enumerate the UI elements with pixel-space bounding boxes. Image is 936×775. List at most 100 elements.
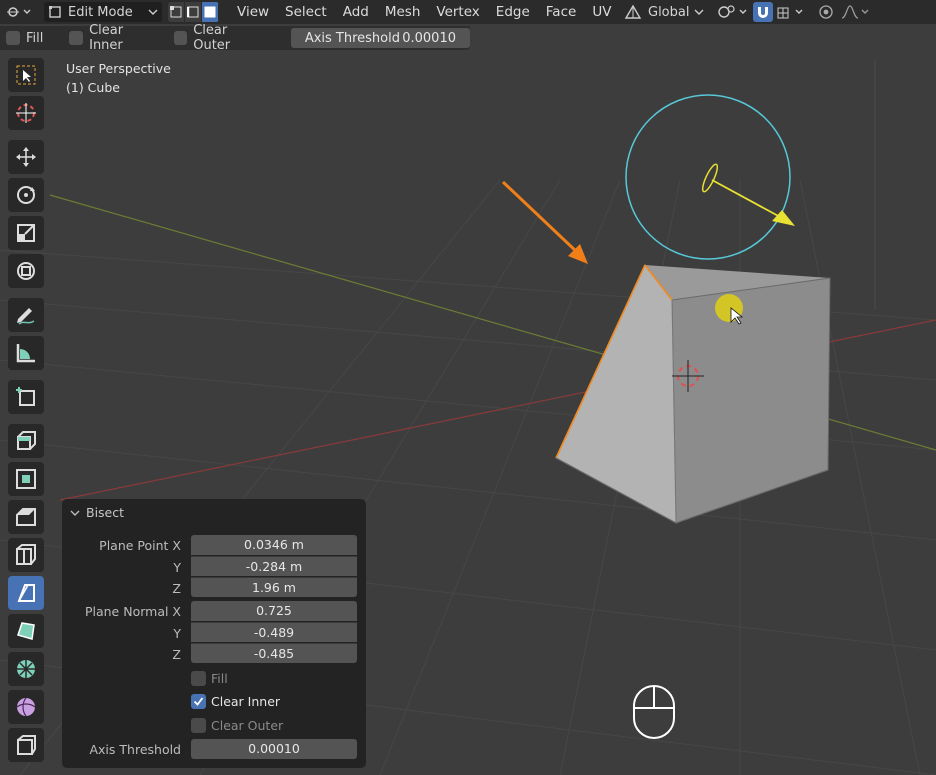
toolbar-fill-checkbox[interactable]: Fill [0, 31, 51, 46]
bisect-icon [17, 584, 35, 602]
plane-normal-x-field[interactable]: 0.725 [191, 601, 357, 621]
tool-rotate[interactable] [8, 178, 44, 212]
edge-select-icon [187, 6, 199, 18]
menu-mesh[interactable]: Mesh [377, 2, 429, 22]
plane-point-z-field[interactable]: 1.96 m [191, 577, 357, 597]
menu-add[interactable]: Add [335, 2, 377, 22]
viewport-perspective-label: User Perspective [66, 61, 171, 76]
tool-bevel[interactable] [8, 500, 44, 534]
checkbox-box [191, 718, 206, 733]
snap-target-dropdown[interactable] [776, 2, 808, 22]
plane-normal-y-field[interactable]: -0.489 [191, 622, 357, 642]
menu-view[interactable]: View [229, 2, 277, 22]
tool-poly-build[interactable] [8, 614, 44, 648]
tool-extrude[interactable] [8, 424, 44, 458]
proportional-edit-toggle[interactable] [816, 2, 836, 22]
extrude-icon [17, 431, 36, 450]
edit-mode-icon [49, 6, 61, 18]
toolbar-clear-inner-checkbox[interactable]: Clear Inner [51, 23, 167, 53]
vertex-select-icon [170, 6, 182, 18]
toolbar-clear-outer-checkbox[interactable]: Clear Outer [168, 23, 275, 53]
bisect-fill-checkbox[interactable]: Fill [191, 671, 228, 686]
smooth-icon [16, 697, 36, 717]
move-icon [16, 147, 36, 167]
magnet-icon [758, 7, 768, 18]
menu-edge[interactable]: Edge [488, 2, 538, 22]
tool-transform[interactable] [8, 254, 44, 288]
bisect-panel-header[interactable]: Bisect [70, 505, 124, 520]
snap-grid-icon [777, 7, 803, 19]
face-select-button[interactable] [202, 2, 219, 22]
add-cube-icon [16, 387, 35, 406]
plane-normal-z-label: Z [172, 647, 181, 662]
tool-bisect[interactable] [8, 576, 44, 610]
tool-spin[interactable] [8, 652, 44, 686]
menu-uv[interactable]: UV [584, 2, 619, 22]
pivot-icon [718, 5, 747, 18]
pencil-icon [17, 308, 35, 325]
annotation-arrow-top [501, 180, 588, 264]
toolbar-axis-threshold-field[interactable]: Axis Threshold 0.00010 [290, 28, 470, 48]
face-select-icon [204, 6, 216, 18]
editor-type-icon [7, 7, 31, 17]
checkmark-icon [193, 697, 204, 706]
bisect-clear-inner-checkbox[interactable]: Clear Inner [191, 694, 280, 709]
tool-select-box[interactable] [8, 58, 44, 92]
snap-toggle[interactable] [753, 2, 773, 22]
chevron-down-icon [70, 510, 80, 516]
poly-build-icon [17, 622, 35, 640]
axis-threshold-field[interactable]: 0.00010 [191, 739, 357, 759]
tool-edge-slide[interactable] [8, 728, 44, 762]
loop-cut-icon [16, 544, 36, 565]
select-box-icon [16, 65, 36, 85]
tool-measure[interactable] [8, 336, 44, 370]
toolbar-fill-label: Fill [26, 30, 44, 46]
viewport-object-label: (1) Cube [66, 80, 120, 95]
plane-point-y-field[interactable]: -0.284 m [191, 556, 357, 576]
pivot-point-dropdown[interactable] [716, 2, 750, 22]
toolbar-axis-threshold-value: 0.00010 [402, 30, 456, 46]
plane-normal-z-field[interactable]: -0.485 [191, 643, 357, 663]
cube-mesh[interactable] [555, 264, 831, 524]
proportional-edit-icon [819, 5, 833, 19]
editor-type-dropdown[interactable] [0, 2, 38, 22]
plane-point-y-label: Y [173, 560, 181, 575]
bisect-panel: Bisect Plane Point X 0.0346 m Y -0.284 m… [62, 499, 366, 768]
plane-point-x-label: Plane Point X [99, 538, 181, 553]
axis-threshold-label: Axis Threshold [89, 742, 181, 757]
toolbar-clear-inner-label: Clear Inner [89, 23, 124, 53]
menu-face[interactable]: Face [538, 2, 585, 22]
tool-loop-cut[interactable] [8, 538, 44, 572]
checkbox-box [173, 31, 188, 45]
tool-annotate[interactable] [8, 298, 44, 332]
checkbox-box [191, 694, 206, 709]
tool-add-cube[interactable] [8, 380, 44, 414]
bisect-clear-inner-label: Clear Inner [211, 694, 281, 709]
tool-cursor[interactable] [8, 96, 44, 130]
menu-select[interactable]: Select [277, 2, 335, 22]
toolbar-axis-threshold-label: Axis Threshold [304, 30, 400, 46]
tool-scale[interactable] [8, 216, 44, 250]
edge-select-button[interactable] [185, 2, 202, 22]
vertex-select-button[interactable] [168, 2, 185, 22]
tool-inset[interactable] [8, 462, 44, 496]
transform-orientation-dropdown[interactable]: Global [620, 2, 708, 22]
mode-dropdown[interactable]: Edit Mode [44, 2, 162, 22]
transform-icon [17, 262, 35, 280]
header-menus: View Select Add Mesh Vertex Edge Face UV [229, 2, 619, 22]
tool-move[interactable] [8, 140, 44, 174]
spin-icon [17, 660, 35, 678]
tool-smooth[interactable] [8, 690, 44, 724]
mode-label: Edit Mode [68, 4, 133, 20]
falloff-curve-icon [841, 5, 869, 19]
falloff-dropdown[interactable] [840, 2, 872, 22]
menu-vertex[interactable]: Vertex [428, 2, 487, 22]
toolbar-clear-outer-label: Clear Outer [193, 23, 231, 53]
toolbar-tools [4, 58, 48, 766]
plane-point-x-field[interactable]: 0.0346 m [191, 535, 357, 555]
header-bar: Edit Mode View Select Add Mesh Vertex Ed… [0, 0, 936, 24]
bisect-clear-outer-label: Clear Outer [211, 718, 284, 733]
bisect-gizmo[interactable] [625, 94, 795, 260]
checkbox-box [69, 31, 84, 45]
bisect-clear-outer-checkbox[interactable]: Clear Outer [191, 718, 283, 733]
